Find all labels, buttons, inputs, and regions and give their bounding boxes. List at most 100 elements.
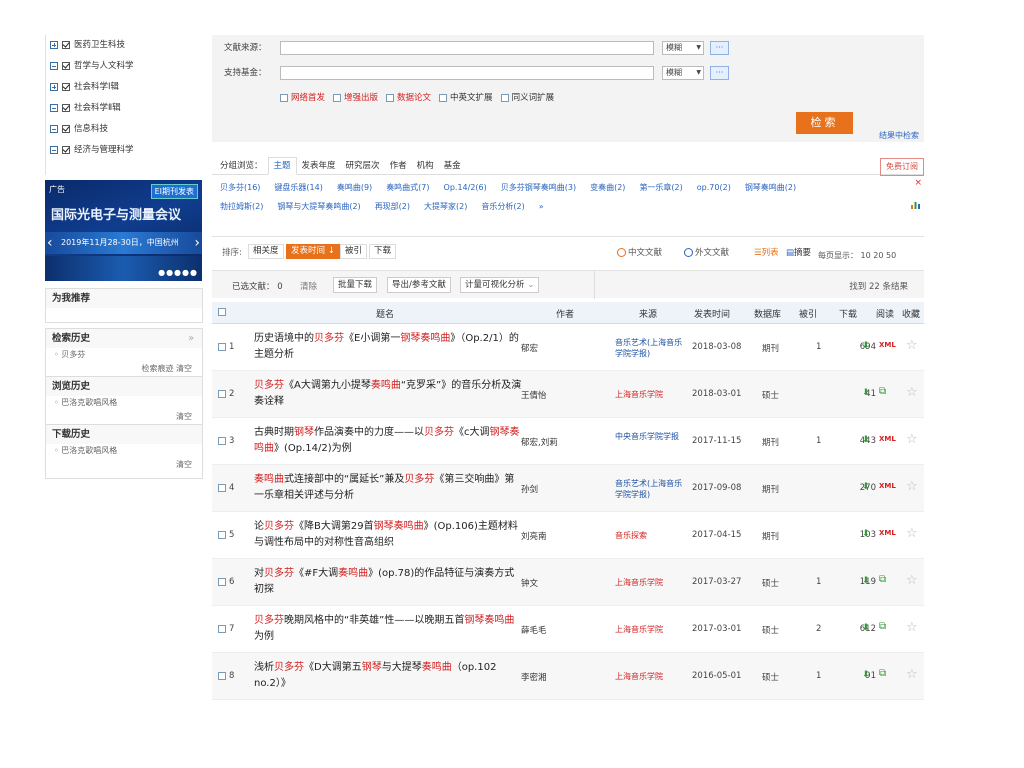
facet-link[interactable]: 钢琴奏鸣曲(2) (745, 183, 796, 192)
article-citations[interactable]: 2 (816, 624, 821, 634)
article-author[interactable]: 刘亮南 (521, 530, 547, 542)
row-checkbox[interactable] (218, 484, 226, 492)
col-source[interactable]: 来源 (639, 307, 657, 320)
fund-match-select[interactable]: 模糊 (662, 66, 704, 80)
grouping-tab[interactable]: 主题 (267, 157, 297, 175)
article-title-link[interactable]: 对贝多芬《#F大调奏鸣曲》(op.78)的作品特征与演奏方式初探 (254, 566, 524, 598)
article-title-link[interactable]: 贝多芬晚期风格中的“非英雄”性——以晚期五首钢琴奏鸣曲为例 (254, 613, 524, 645)
row-checkbox[interactable] (218, 343, 226, 351)
facet-link[interactable]: 大提琴家(2) (424, 202, 467, 211)
per-page-selector[interactable]: 每页显示： 10 20 50 (818, 250, 896, 261)
xml-read-icon[interactable]: XML (879, 341, 896, 349)
facet-link[interactable]: 奏鸣曲(9) (337, 183, 372, 192)
article-source[interactable]: 音乐艺术(上海音乐学院学报) (615, 478, 683, 500)
xml-read-icon[interactable]: XML (879, 435, 896, 443)
browse-history-clear[interactable]: 清空 (46, 410, 202, 424)
row-checkbox[interactable] (218, 390, 226, 398)
search-option-checkbox[interactable] (333, 93, 342, 102)
search-option[interactable]: 网络首发 (280, 93, 325, 103)
bar-chart-icon[interactable] (911, 201, 920, 212)
facet-link[interactable]: 再现部(2) (375, 202, 410, 211)
source-input[interactable] (280, 41, 654, 55)
subject-item[interactable]: 经济与管理科学 (45, 140, 205, 161)
collapse-icon[interactable] (50, 103, 58, 112)
grouping-tab[interactable]: 机构 (412, 158, 439, 174)
download-icon[interactable]: ⬇ (862, 576, 870, 586)
article-title-link[interactable]: 历史语境中的贝多芬《E小调第一钢琴奏鸣曲》（Op.2/1）的主题分析 (254, 331, 524, 363)
grouping-tab[interactable]: 作者 (385, 158, 412, 174)
col-title[interactable]: 题名 (376, 307, 394, 320)
search-button[interactable]: 检索 (796, 112, 853, 134)
visual-analysis-dropdown[interactable]: 计量可视化分析 ⌄ (460, 277, 540, 293)
article-author[interactable]: 郁宏 (521, 342, 538, 354)
book-read-icon[interactable]: ⧉ (879, 621, 886, 632)
foreign-docs-toggle[interactable]: 外文文献 (684, 246, 729, 258)
clear-selection-link[interactable]: 清除 (300, 280, 317, 292)
facet-link[interactable]: 贝多芬(16) (220, 183, 260, 192)
article-title-link[interactable]: 贝多芬《A大调第九小提琴奏鸣曲“克罗采”》的音乐分析及演奏诠释 (254, 378, 524, 410)
article-source[interactable]: 音乐探索 (615, 530, 683, 541)
facet-link[interactable]: Op.14/2(6) (444, 183, 487, 192)
col-author[interactable]: 作者 (556, 307, 574, 320)
article-author[interactable]: 薛毛毛 (521, 624, 547, 636)
article-source[interactable]: 音乐艺术(上海音乐学院学报) (615, 337, 683, 359)
search-option[interactable]: 同义词扩展 (500, 93, 554, 103)
subject-checkbox[interactable] (62, 82, 70, 91)
facet-link[interactable]: 键盘乐器(14) (274, 183, 322, 192)
subject-item[interactable]: 医药卫生科技 (45, 35, 205, 56)
download-icon[interactable]: ⬇ (862, 435, 870, 445)
collapse-icon[interactable] (50, 145, 58, 154)
article-source[interactable]: 上海音乐学院 (615, 624, 683, 635)
search-history-item[interactable]: ◦ 贝多芬 (46, 348, 202, 362)
close-icon[interactable]: × (914, 178, 922, 188)
col-database[interactable]: 数据库 (754, 307, 781, 320)
article-author[interactable]: 钟文 (521, 577, 538, 589)
article-citations[interactable]: 1 (816, 436, 821, 446)
row-checkbox[interactable] (218, 672, 226, 680)
sort-download-button[interactable]: 下载 (369, 244, 397, 259)
book-read-icon[interactable]: ⧉ (879, 668, 886, 679)
subject-checkbox[interactable] (62, 103, 70, 112)
subject-checkbox[interactable] (62, 40, 70, 49)
facet-link[interactable]: 贝多芬钢琴奏鸣曲(3) (501, 183, 576, 192)
free-subscribe-button[interactable]: 免费订阅 (880, 158, 924, 176)
collapse-icon[interactable] (50, 124, 58, 133)
subject-checkbox[interactable] (62, 61, 70, 70)
article-title-link[interactable]: 奏鸣曲式连接部中的“属延长”兼及贝多芬《第三交响曲》第一乐章相关评述与分析 (254, 472, 524, 504)
ad-pager-dots-icon[interactable]: ●●●●● (158, 268, 198, 277)
abstract-view-button[interactable]: ▤摘要 (786, 246, 811, 258)
source-match-select[interactable]: 模糊 (662, 41, 704, 55)
article-citations[interactable]: 1 (816, 671, 821, 681)
row-checkbox[interactable] (218, 578, 226, 586)
star-icon[interactable]: ☆ (906, 667, 918, 682)
grouping-tab[interactable]: 基金 (439, 158, 466, 174)
article-title-link[interactable]: 论贝多芬《降B大调第29首钢琴奏鸣曲》(Op.106)主题材料与调性布局中的对称… (254, 519, 524, 551)
facet-link[interactable]: 变奏曲(2) (590, 183, 625, 192)
ad-next-icon[interactable]: › (194, 235, 200, 251)
star-icon[interactable]: ☆ (906, 573, 918, 588)
fund-input[interactable] (280, 66, 654, 80)
search-option-checkbox[interactable] (439, 93, 448, 102)
book-read-icon[interactable]: ⧉ (879, 574, 886, 585)
download-icon[interactable]: ⬇ (862, 341, 870, 351)
subject-item[interactable]: 信息科技 (45, 119, 205, 140)
article-author[interactable]: 王倩怡 (521, 389, 547, 401)
star-icon[interactable]: ☆ (906, 432, 918, 447)
star-icon[interactable]: ☆ (906, 526, 918, 541)
star-icon[interactable]: ☆ (906, 338, 918, 353)
article-author[interactable]: 郁宏,刘莉 (521, 436, 558, 448)
download-icon[interactable]: ⬇ (862, 623, 870, 633)
download-history-clear[interactable]: 清空 (46, 458, 202, 478)
article-author[interactable]: 孙剑 (521, 483, 538, 495)
article-citations[interactable]: 1 (816, 577, 821, 587)
subject-item[interactable]: 社会科学Ⅰ辑 (45, 77, 205, 98)
subject-item[interactable]: 哲学与人文科学 (45, 56, 205, 77)
star-icon[interactable]: ☆ (906, 479, 918, 494)
xml-read-icon[interactable]: XML (879, 529, 896, 537)
collapse-icon[interactable]: » (188, 329, 194, 349)
ad-prev-icon[interactable]: ‹ (47, 235, 53, 251)
article-author[interactable]: 李密湘 (521, 671, 547, 683)
grouping-tab[interactable]: 研究层次 (341, 158, 385, 174)
search-option-checkbox[interactable] (500, 93, 509, 102)
download-icon[interactable]: ⬇ (862, 670, 870, 680)
